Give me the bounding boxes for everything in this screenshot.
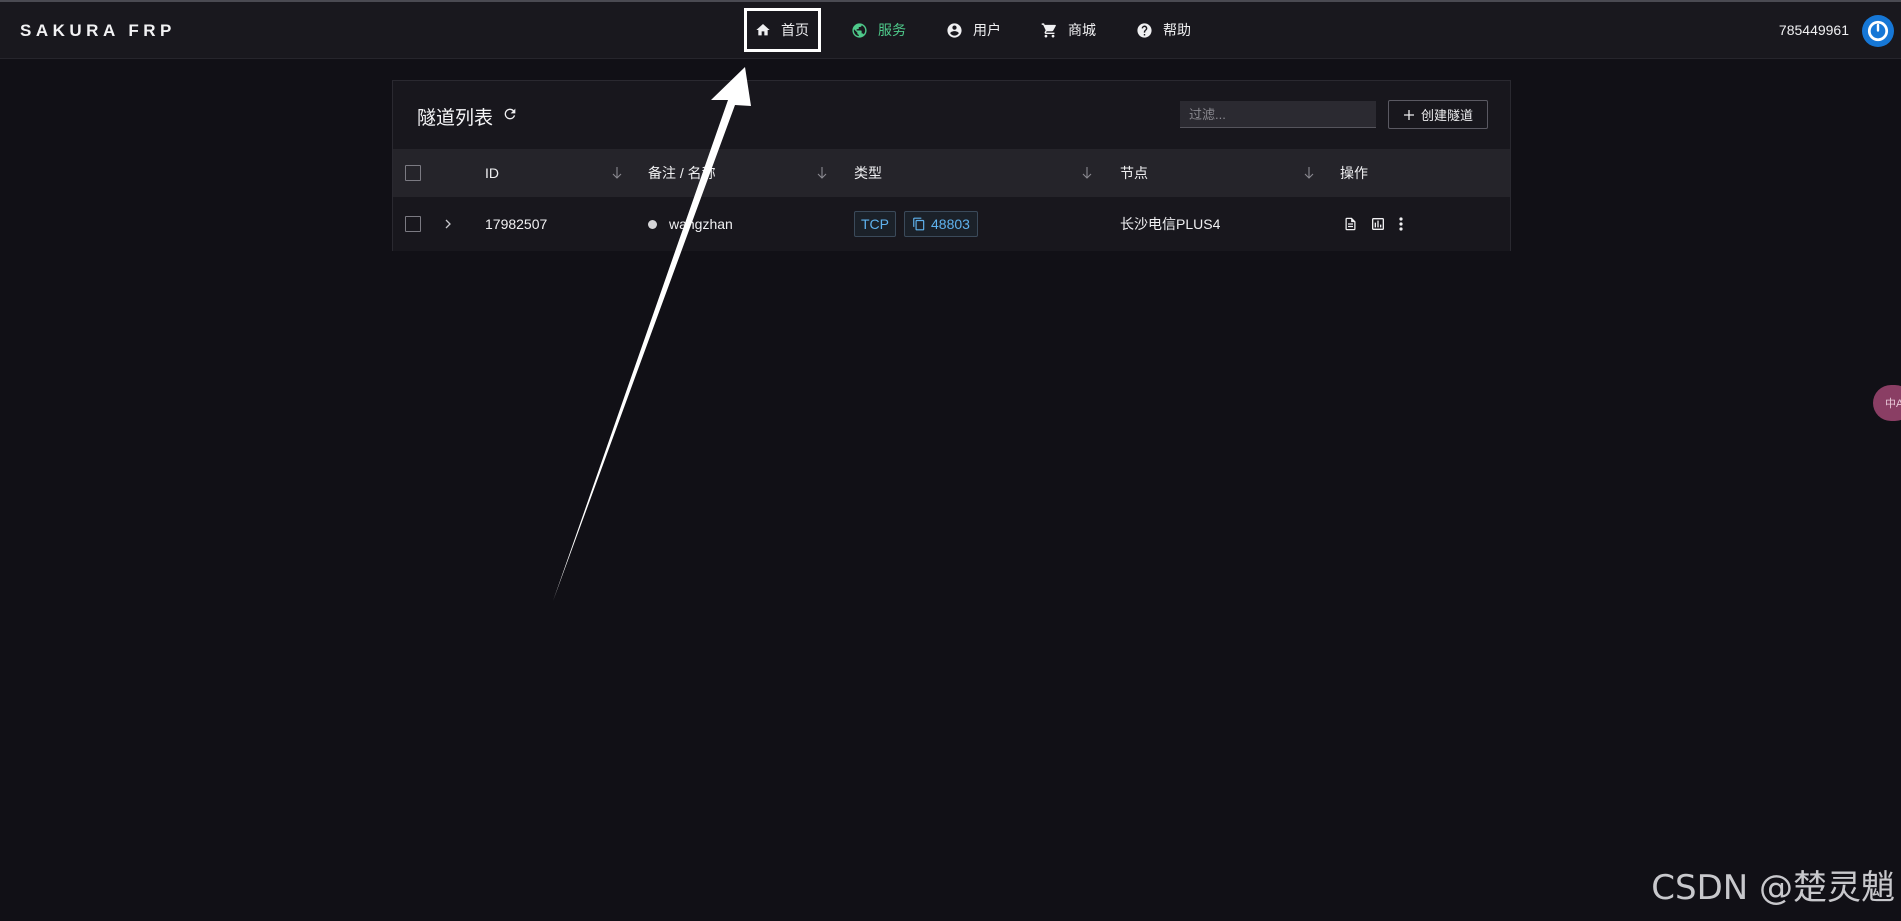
power-button[interactable] bbox=[1862, 15, 1894, 47]
column-header-id[interactable]: ID bbox=[485, 149, 499, 197]
nav-item-label: 用户 bbox=[973, 22, 1001, 38]
nav-item-label: 首页 bbox=[781, 22, 809, 38]
plus-icon bbox=[1403, 109, 1414, 120]
top-nav-bar: SAKURA FRP 首页 服务 用户 商城 帮助 785449961 bbox=[0, 0, 1901, 59]
home-icon bbox=[756, 24, 770, 36]
copy-icon bbox=[913, 217, 925, 231]
tunnel-type-tag: TCP bbox=[854, 211, 896, 237]
nav-item-help[interactable]: 帮助 bbox=[1126, 12, 1201, 48]
port-number: 48803 bbox=[931, 216, 970, 232]
column-header-node[interactable]: 节点 bbox=[1120, 149, 1148, 197]
filter-input[interactable] bbox=[1180, 101, 1376, 128]
user-id[interactable]: 785449961 bbox=[1779, 22, 1849, 38]
power-icon bbox=[1867, 20, 1889, 42]
watermark: CSDN @楚灵魈 bbox=[1651, 868, 1895, 908]
main-nav: 首页 服务 用户 商城 帮助 bbox=[744, 8, 1221, 52]
tunnel-id: 17982507 bbox=[485, 216, 548, 232]
tunnel-name: wangzhan bbox=[669, 216, 733, 232]
traffic-stats-icon[interactable] bbox=[1370, 216, 1386, 232]
refresh-icon[interactable] bbox=[502, 106, 518, 127]
column-header-name[interactable]: 备注 / 名称 bbox=[648, 149, 716, 197]
brand-logo[interactable]: SAKURA FRP bbox=[20, 21, 176, 41]
create-tunnel-button[interactable]: 创建隧道 bbox=[1388, 100, 1488, 129]
nav-item-label: 帮助 bbox=[1163, 22, 1191, 38]
page-title: 隧道列表 bbox=[417, 108, 494, 129]
chevron-right-icon bbox=[445, 219, 451, 229]
expand-row-button[interactable] bbox=[443, 197, 453, 251]
table-header: ID 备注 / 名称 类型 节点 操作 bbox=[393, 149, 1510, 197]
tunnel-list-card: 隧道列表 创建隧道 ID 备注 / 名称 类型 节点 操作 17982507 bbox=[392, 80, 1511, 251]
more-options-icon[interactable] bbox=[1398, 216, 1404, 232]
column-header-type[interactable]: 类型 bbox=[854, 149, 882, 197]
create-tunnel-label: 创建隧道 bbox=[1420, 108, 1473, 123]
sort-arrow-icon[interactable] bbox=[1081, 166, 1093, 180]
nav-item-user[interactable]: 用户 bbox=[936, 12, 1011, 48]
config-file-icon[interactable] bbox=[1343, 216, 1358, 232]
sort-arrow-icon[interactable] bbox=[611, 166, 623, 180]
sort-arrow-icon[interactable] bbox=[1303, 166, 1315, 180]
table-row[interactable]: 17982507 wangzhan TCP 48803 长沙电信PLUS4 bbox=[393, 197, 1510, 251]
tunnel-node: 长沙电信PLUS4 bbox=[1120, 216, 1221, 232]
cart-icon bbox=[1041, 22, 1056, 38]
status-dot bbox=[648, 219, 657, 229]
translate-widget-label: 中A bbox=[1885, 398, 1901, 410]
select-all-checkbox[interactable] bbox=[405, 165, 421, 181]
help-icon bbox=[1137, 22, 1152, 38]
globe-icon bbox=[852, 22, 867, 38]
nav-item-label: 商城 bbox=[1068, 22, 1096, 38]
user-circle-icon bbox=[947, 22, 962, 38]
nav-item-label: 服务 bbox=[878, 22, 906, 38]
column-header-actions: 操作 bbox=[1340, 165, 1368, 181]
nav-item-shop[interactable]: 商城 bbox=[1031, 12, 1106, 48]
row-checkbox[interactable] bbox=[405, 216, 421, 232]
copy-port-button[interactable]: 48803 bbox=[904, 211, 978, 237]
nav-item-services[interactable]: 服务 bbox=[841, 12, 916, 48]
nav-item-home[interactable]: 首页 bbox=[744, 8, 821, 52]
sort-arrow-icon[interactable] bbox=[816, 166, 828, 180]
translate-widget[interactable]: 中A bbox=[1873, 385, 1901, 421]
